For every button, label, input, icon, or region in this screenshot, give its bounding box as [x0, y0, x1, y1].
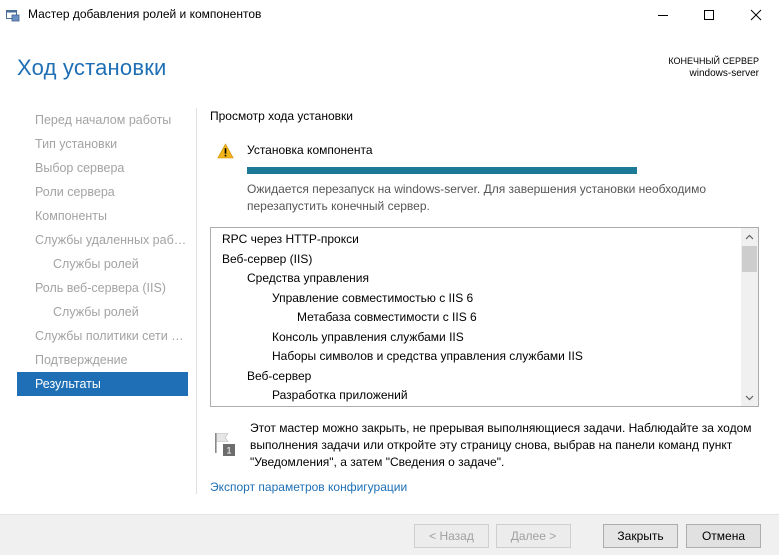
nav-divider	[196, 108, 197, 494]
nav-step-installation-type[interactable]: Тип установки	[17, 132, 188, 156]
back-button[interactable]: < Назад	[414, 524, 489, 548]
result-item: Управление совместимостью с IIS 6	[272, 290, 474, 305]
minimize-icon	[658, 15, 668, 16]
nav-step-server-roles[interactable]: Роли сервера	[17, 180, 188, 204]
result-item: RPC через HTTP-прокси	[222, 232, 359, 246]
results-list-content: RPC через HTTP-прокси Веб-сервер (IIS) Сре…	[211, 230, 741, 406]
export-configuration-link[interactable]: Экспорт параметров конфигурации	[210, 480, 407, 494]
result-item: Наборы символов и средства управления сл…	[272, 349, 583, 363]
close-icon	[750, 9, 762, 21]
info-line-1: Этот мастер можно закрыть, не прерывая в…	[250, 421, 752, 435]
scroll-thumb[interactable]	[742, 246, 757, 272]
nav-step-remote-access[interactable]: Службы удаленных рабо...	[17, 228, 188, 252]
nav-step-server-selection[interactable]: Выбор сервера	[17, 156, 188, 180]
restart-note-line-2: перезапустить конечный сервер.	[247, 199, 430, 213]
notification-count-badge: 1	[226, 446, 231, 456]
maximize-icon	[704, 10, 714, 20]
nav-step-role-services-2[interactable]: Службы ролей	[17, 300, 188, 324]
installation-status: Установка компонента	[247, 143, 373, 157]
notification-flag-icon: 1	[212, 431, 236, 457]
wizard-steps-nav: Перед началом работы Тип установки Выбор…	[17, 108, 188, 396]
result-item: Консоль управления службами IIS	[272, 329, 464, 344]
close-button[interactable]: Закрыть	[603, 524, 678, 548]
result-item: Веб-сервер	[247, 368, 312, 383]
progress-fill	[247, 167, 637, 174]
window-title: Мастер добавления ролей и компонентов	[28, 7, 262, 21]
chevron-down-icon	[745, 395, 754, 400]
title-bar: Мастер добавления ролей и компонентов	[0, 0, 779, 30]
info-line-2: выполнения задачи или откройте эту стран…	[250, 438, 733, 452]
chevron-up-icon	[745, 234, 754, 239]
nav-step-before-you-begin[interactable]: Перед началом работы	[17, 108, 188, 132]
result-item: Метабаза совместимости с IIS 6	[297, 310, 477, 324]
wizard-footer: < Назад Далее > Закрыть Отмена	[0, 514, 779, 555]
result-item: Средства управления	[247, 271, 369, 285]
nav-step-web-server-role[interactable]: Роль веб-сервера (IIS)	[17, 276, 188, 300]
cancel-button[interactable]: Отмена	[686, 524, 761, 548]
nav-step-features[interactable]: Компоненты	[17, 204, 188, 228]
info-line-3: "Уведомления", а затем "Сведения о задач…	[250, 455, 505, 469]
next-button[interactable]: Далее >	[496, 524, 571, 548]
results-scrollbar[interactable]	[741, 228, 758, 406]
minimize-button[interactable]	[640, 0, 686, 30]
maximize-button[interactable]	[686, 0, 732, 30]
server-manager-icon	[6, 8, 20, 22]
nav-step-network-policy[interactable]: Службы политики сети и...	[17, 324, 188, 348]
warning-icon	[217, 143, 234, 159]
restart-note-line-1: Ожидается перезапуск на windows-server. …	[247, 182, 706, 196]
destination-server-label: КОНЕЧНЫЙ СЕРВЕР	[668, 56, 759, 66]
result-item: Разработка приложений	[272, 388, 408, 402]
results-list[interactable]: RPC через HTTP-прокси Веб-сервер (IIS) Сре…	[210, 227, 759, 407]
nav-step-confirmation[interactable]: Подтверждение	[17, 348, 188, 372]
nav-step-results[interactable]: Результаты	[17, 372, 188, 396]
nav-step-role-services-1[interactable]: Службы ролей	[17, 252, 188, 276]
result-item: Веб-сервер (IIS)	[222, 251, 313, 266]
installation-progress-bar	[247, 167, 637, 174]
scroll-up-button[interactable]	[741, 228, 758, 245]
destination-server-name: windows-server	[689, 68, 759, 79]
page-title: Ход установки	[17, 55, 167, 80]
section-title: Просмотр хода установки	[210, 109, 353, 123]
scroll-down-button[interactable]	[741, 389, 758, 406]
close-window-button[interactable]	[733, 0, 779, 30]
